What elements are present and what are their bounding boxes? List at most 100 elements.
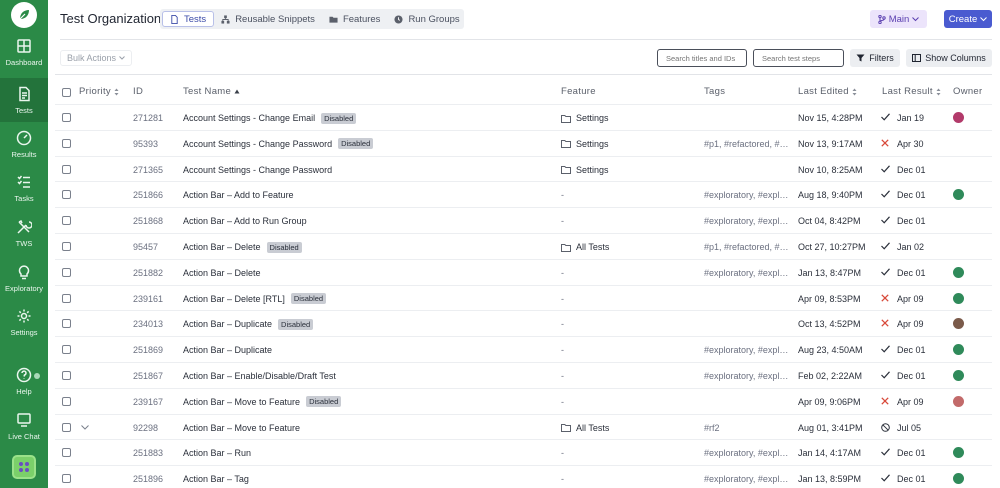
column-header-last-edited[interactable]: Last Edited bbox=[798, 86, 857, 97]
last-result-cell[interactable]: Dec 01 bbox=[881, 260, 926, 286]
owner-avatar[interactable] bbox=[953, 395, 964, 407]
test-name-link[interactable]: Action Bar – Delete [RTL] bbox=[183, 294, 285, 304]
last-result-cell[interactable]: Apr 09 bbox=[881, 286, 924, 312]
row-checkbox[interactable] bbox=[62, 396, 71, 406]
sidebar-item-tws[interactable]: TWS bbox=[0, 211, 48, 255]
table-row[interactable]: 251866 Action Bar – Add to Feature - #explo… bbox=[55, 181, 992, 207]
owner-avatar[interactable] bbox=[953, 266, 964, 278]
test-name-link[interactable]: Account Settings - Change Password bbox=[183, 139, 332, 149]
last-result-cell[interactable]: Dec 01 bbox=[881, 182, 926, 208]
feature-cell[interactable]: All Tests bbox=[561, 415, 609, 441]
column-header-priority[interactable]: Priority bbox=[79, 86, 119, 97]
last-result-cell[interactable]: Apr 30 bbox=[881, 131, 924, 157]
column-header-feature[interactable]: Feature bbox=[561, 86, 596, 97]
table-row[interactable]: 92298 Action Bar – Move to Feature All Tes… bbox=[55, 413, 992, 441]
test-name-link[interactable]: Action Bar – Delete bbox=[183, 242, 261, 252]
table-row[interactable]: 251867 Action Bar – Enable/Disable/Draft … bbox=[55, 362, 992, 388]
test-name-link[interactable]: Action Bar – Add to Feature bbox=[183, 190, 294, 200]
test-name-link[interactable]: Action Bar – Duplicate bbox=[183, 345, 272, 355]
sidebar-item-settings[interactable]: Settings bbox=[0, 300, 48, 344]
column-header-test-name[interactable]: Test Name bbox=[183, 86, 240, 97]
test-name-link[interactable]: Action Bar – Move to Feature bbox=[183, 397, 300, 407]
table-row[interactable]: 95393 Account Settings - Change Password D… bbox=[55, 129, 992, 157]
owner-avatar[interactable] bbox=[953, 447, 964, 459]
test-name-link[interactable]: Action Bar – Tag bbox=[183, 474, 249, 484]
tab-reusable-snippets[interactable]: Reusable Snippets bbox=[214, 11, 322, 27]
tab-run-groups[interactable]: Run Groups bbox=[387, 11, 466, 27]
feature-cell[interactable]: Settings bbox=[561, 105, 609, 131]
last-result-cell[interactable]: Apr 09 bbox=[881, 389, 924, 415]
row-checkbox[interactable] bbox=[62, 113, 71, 122]
row-checkbox[interactable] bbox=[62, 267, 71, 277]
feature-cell[interactable]: Settings bbox=[561, 131, 609, 157]
column-header-id[interactable]: ID bbox=[133, 86, 143, 97]
tab-tests[interactable]: Tests bbox=[162, 11, 215, 27]
table-row[interactable]: 239167 Action Bar – Move to Feature Disabl… bbox=[55, 387, 992, 415]
row-checkbox[interactable] bbox=[62, 242, 71, 251]
owner-avatar[interactable] bbox=[953, 344, 964, 356]
search-titles-input[interactable] bbox=[657, 49, 747, 67]
table-row[interactable]: 95457 Action Bar – Delete Disabled All Test… bbox=[55, 233, 992, 259]
branch-selector[interactable]: Main bbox=[870, 10, 927, 28]
chevron-down-icon[interactable] bbox=[81, 424, 89, 430]
owner-avatar[interactable] bbox=[953, 112, 964, 123]
row-checkbox[interactable] bbox=[62, 216, 71, 226]
app-switcher-icon[interactable] bbox=[12, 455, 36, 479]
table-row[interactable]: 234013 Action Bar – Duplicate Disabled - Oct… bbox=[55, 310, 992, 336]
select-all-checkbox[interactable] bbox=[62, 88, 71, 97]
row-checkbox[interactable] bbox=[62, 345, 71, 355]
test-name-link[interactable]: Action Bar – Enable/Disable/Draft Test bbox=[183, 371, 336, 381]
filters-button[interactable]: Filters bbox=[850, 49, 900, 67]
row-checkbox[interactable] bbox=[62, 422, 71, 432]
sidebar-item-results[interactable]: Results bbox=[0, 122, 48, 166]
tab-features[interactable]: Features bbox=[322, 11, 388, 27]
feature-cell[interactable]: All Tests bbox=[561, 234, 609, 260]
owner-avatar[interactable] bbox=[953, 473, 964, 485]
feature-cell[interactable]: Settings bbox=[561, 157, 609, 183]
table-row[interactable]: 239161 Action Bar – Delete [RTL] Disabled -… bbox=[55, 284, 992, 312]
row-checkbox[interactable] bbox=[62, 371, 71, 380]
test-name-link[interactable]: Action Bar – Duplicate bbox=[183, 319, 272, 329]
test-name-link[interactable]: Action Bar – Add to Run Group bbox=[183, 216, 307, 226]
sidebar-item-help[interactable]: Help bbox=[0, 359, 48, 403]
bulk-actions-button[interactable]: Bulk Actions bbox=[60, 50, 132, 66]
last-result-cell[interactable]: Jan 19 bbox=[881, 105, 924, 131]
table-row[interactable]: 271281 Account Settings - Change Email Dis… bbox=[55, 104, 992, 130]
table-row[interactable]: 251883 Action Bar – Run - #exploratory, #ex… bbox=[55, 439, 992, 465]
show-columns-button[interactable]: Show Columns bbox=[906, 49, 992, 67]
table-row[interactable]: 251869 Action Bar – Duplicate - #explorator… bbox=[55, 336, 992, 362]
last-result-cell[interactable]: Dec 01 bbox=[881, 157, 926, 183]
owner-avatar[interactable] bbox=[953, 318, 964, 330]
column-header-tags[interactable]: Tags bbox=[704, 86, 725, 97]
sidebar-item-tasks[interactable]: Tasks bbox=[0, 166, 48, 210]
last-result-cell[interactable]: Dec 01 bbox=[881, 466, 926, 488]
leaf-logo-icon[interactable] bbox=[11, 2, 37, 28]
last-result-cell[interactable]: Jan 02 bbox=[881, 234, 924, 260]
create-button[interactable]: Create bbox=[944, 10, 992, 28]
owner-avatar[interactable] bbox=[953, 292, 964, 304]
last-result-cell[interactable]: Dec 01 bbox=[881, 337, 926, 363]
row-checkbox[interactable] bbox=[62, 190, 71, 200]
row-checkbox[interactable] bbox=[62, 138, 71, 148]
sidebar-item-dashboard[interactable]: Dashboard bbox=[0, 30, 48, 74]
search-steps-input[interactable] bbox=[753, 49, 844, 67]
owner-avatar[interactable] bbox=[953, 189, 964, 201]
table-row[interactable]: 251896 Action Bar – Tag - #exploratory, #ex… bbox=[55, 465, 992, 488]
last-result-cell[interactable]: Dec 01 bbox=[881, 440, 926, 466]
row-checkbox[interactable] bbox=[62, 293, 71, 303]
table-row[interactable]: 251868 Action Bar – Add to Run Group - #exp… bbox=[55, 207, 992, 233]
table-row[interactable]: 271365 Account Settings - Change Password… bbox=[55, 155, 992, 183]
test-name-link[interactable]: Action Bar – Delete bbox=[183, 268, 261, 278]
row-checkbox[interactable] bbox=[62, 164, 71, 174]
column-header-last-result[interactable]: Last Result bbox=[882, 86, 941, 97]
last-result-cell[interactable]: Dec 01 bbox=[881, 363, 926, 389]
last-result-cell[interactable]: Apr 09 bbox=[881, 311, 924, 337]
row-checkbox[interactable] bbox=[62, 474, 71, 484]
test-name-link[interactable]: Account Settings - Change Email bbox=[183, 113, 315, 123]
row-checkbox[interactable] bbox=[62, 448, 71, 458]
test-name-link[interactable]: Action Bar – Run bbox=[183, 448, 251, 458]
sidebar-item-tests[interactable]: Tests bbox=[0, 78, 48, 122]
last-result-cell[interactable]: Dec 01 bbox=[881, 208, 926, 234]
row-checkbox[interactable] bbox=[62, 319, 71, 329]
last-result-cell[interactable]: Jul 05 bbox=[881, 415, 921, 441]
